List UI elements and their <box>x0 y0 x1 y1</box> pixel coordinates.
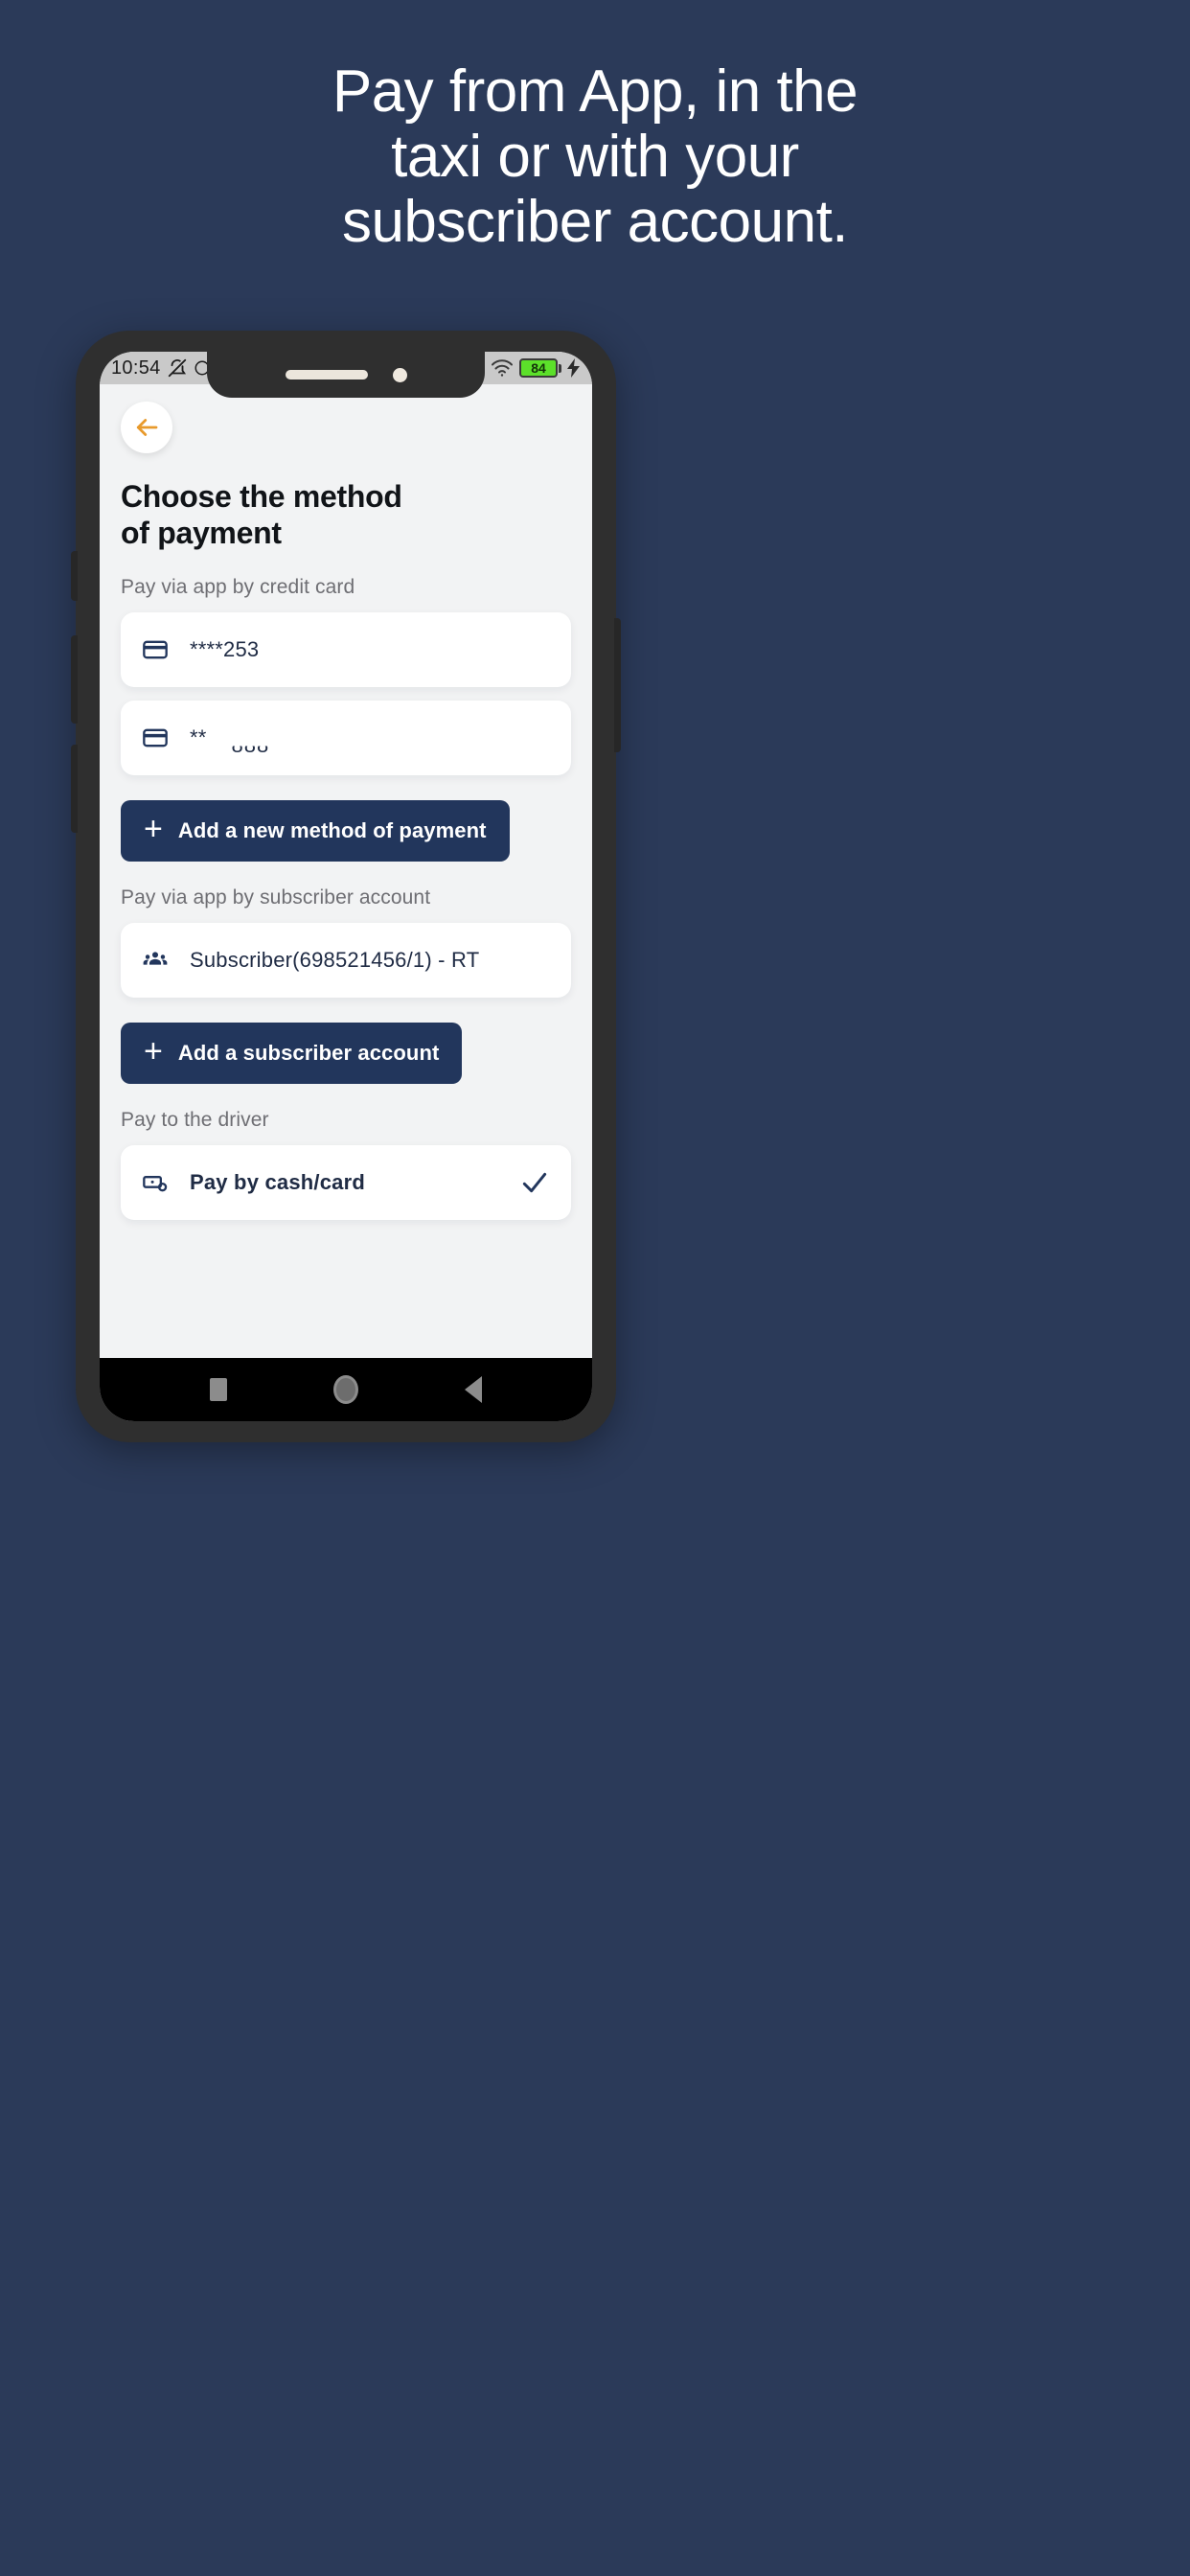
section-label-driver: Pay to the driver <box>121 1109 269 1131</box>
phone-notch <box>207 352 485 398</box>
subscriber-account-label: Subscriber(698521456/1) - RT <box>190 948 480 972</box>
payment-method-mask-suffix: 888 <box>231 733 270 757</box>
promo-headline: Pay from App, in the taxi or with your s… <box>0 59 1190 255</box>
battery-body: 84 <box>519 358 558 378</box>
charging-bolt-icon <box>567 358 580 378</box>
section-label-subscriber: Pay via app by subscriber account <box>121 886 431 908</box>
promo-headline-line-1: Pay from App, in the <box>332 58 858 125</box>
payment-method-label: ****253 <box>190 637 260 661</box>
phone-volume-down-button <box>71 745 78 833</box>
promo-headline-line-3: subscriber account. <box>341 189 849 255</box>
phone-mockup: 10:54 84 Choose the method of payment Pa… <box>71 331 621 1442</box>
payment-method-row-card-1[interactable]: ****253 <box>121 612 571 687</box>
section-label-credit-card: Pay via app by credit card <box>121 576 355 598</box>
credit-card-icon <box>142 724 169 751</box>
payment-method-label-masked: ** 888 <box>190 724 269 757</box>
add-payment-method-label: Add a new method of payment <box>177 818 487 842</box>
page-title: Choose the method of payment <box>121 479 402 550</box>
add-payment-method-button[interactable]: + Add a new method of payment <box>121 800 510 862</box>
payment-method-row-card-2[interactable]: ** 888 <box>121 701 571 775</box>
battery-indicator: 84 <box>519 358 561 378</box>
back-nav-button[interactable] <box>464 1376 482 1403</box>
payment-method-row-subscriber[interactable]: Subscriber(698521456/1) - RT <box>121 923 571 998</box>
bell-muted-icon <box>168 358 186 378</box>
payment-method-mask-prefix: ** <box>190 725 207 749</box>
back-button[interactable] <box>121 402 172 453</box>
android-nav-bar <box>100 1358 592 1421</box>
wifi-icon <box>492 359 513 377</box>
plus-icon: + <box>144 1033 163 1070</box>
status-bar-clock: 10:54 <box>111 356 161 379</box>
phone-power-button <box>614 618 621 752</box>
front-camera <box>392 367 407 382</box>
plus-icon: + <box>144 811 163 847</box>
payment-method-row-cash[interactable]: Pay by cash/card <box>121 1145 571 1220</box>
selected-check-icon <box>519 1167 550 1198</box>
banknote-icon <box>142 1169 169 1196</box>
battery-tip <box>559 363 561 373</box>
add-subscriber-account-button[interactable]: + Add a subscriber account <box>121 1023 463 1084</box>
credit-card-icon <box>142 636 169 663</box>
phone-volume-up-button <box>71 635 78 724</box>
phone-screen: 10:54 84 Choose the method of payment Pa… <box>100 352 592 1421</box>
battery-percent-label: 84 <box>531 360 546 376</box>
app-content: Choose the method of payment Pay via app… <box>100 384 592 1358</box>
earpiece-speaker <box>285 370 368 380</box>
group-people-icon <box>142 947 169 974</box>
add-subscriber-account-label: Add a subscriber account <box>177 1041 440 1065</box>
promo-headline-line-2: taxi or with your <box>391 124 799 190</box>
phone-silent-switch <box>71 551 78 601</box>
arrow-left-icon <box>136 419 158 436</box>
recents-button[interactable] <box>210 1378 228 1401</box>
status-bar-right: 84 <box>479 358 581 378</box>
cash-card-label: Pay by cash/card <box>190 1170 365 1194</box>
status-bar-left: 10:54 <box>111 357 211 380</box>
home-button[interactable] <box>332 1375 358 1404</box>
